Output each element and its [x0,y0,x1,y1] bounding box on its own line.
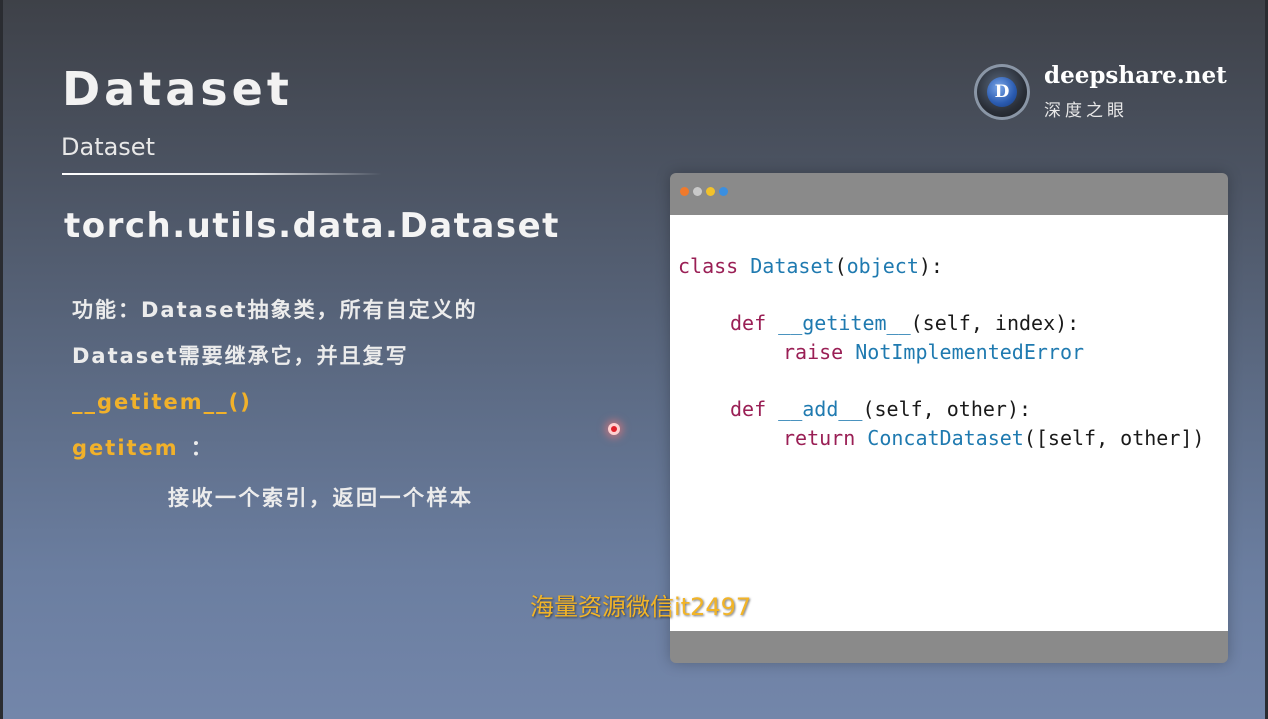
code-text: ([self, other]) [1023,426,1205,450]
description-line-2: Dataset需要继承它，并且复写 [72,344,409,368]
code-line-2: def __getitem__(self, index): [730,311,1079,335]
getitem-description: 接收一个索引，返回一个样本 [168,486,474,510]
logo-letter: D [987,77,1017,107]
code-keyword: def [730,311,767,335]
deepshare-logo: D deepshare.net 深度之眼 [974,62,1227,126]
code-window-titlebar [670,173,1228,215]
code-name: __add__ [778,397,863,421]
window-dot-orange-icon [680,187,689,196]
slide-subtitle: Dataset [61,133,155,161]
code-keyword: def [730,397,767,421]
window-dot-yellow-icon [706,187,715,196]
section-heading: torch.utils.data.Dataset [64,206,560,246]
code-keyword: return [783,426,856,450]
title-divider [62,173,382,175]
code-editor: class Dataset(object): def __getitem__(s… [670,215,1228,631]
code-line-3: raise NotImplementedError [783,340,1084,364]
method-highlight: __getitem__() [72,390,252,414]
pointer-cursor-icon [608,423,620,435]
getitem-label: getitem [72,436,179,460]
code-text: (self, other): [862,397,1032,421]
code-keyword: raise [783,340,844,364]
code-text: ): [918,254,943,278]
code-window: class Dataset(object): def __getitem__(s… [670,173,1228,663]
code-line-1: class Dataset(object): [678,254,943,278]
window-dot-blue-icon [719,187,728,196]
logo-name: deepshare.net [1044,62,1227,89]
code-name: Dataset [750,254,835,278]
window-dot-gray-icon [693,187,702,196]
logo-chinese-name: 深度之眼 [1044,101,1128,121]
getitem-separator: ： [190,436,214,460]
code-keyword: class [678,254,739,278]
eye-logo-icon: D [974,64,1030,120]
code-name: NotImplementedError [855,340,1085,364]
code-line-4: def __add__(self, other): [730,397,1031,421]
description-block: 功能：Dataset抽象类，所有自定义的 Dataset需要继承它，并且复写 _… [72,287,572,425]
code-text: (self, index): [910,311,1080,335]
left-edge-border [0,0,3,719]
watermark-text: 海量资源微信it2497 [530,593,752,621]
code-name: __getitem__ [778,311,911,335]
getitem-label-row: getitem ： [72,432,214,462]
slide-title: Dataset [62,62,293,116]
code-name: ConcatDataset [867,426,1024,450]
code-text: ( [834,254,847,278]
code-builtin: object [846,254,919,278]
code-line-5: return ConcatDataset([self, other]) [783,426,1204,450]
description-line-1: 功能：Dataset抽象类，所有自定义的 [72,298,478,322]
